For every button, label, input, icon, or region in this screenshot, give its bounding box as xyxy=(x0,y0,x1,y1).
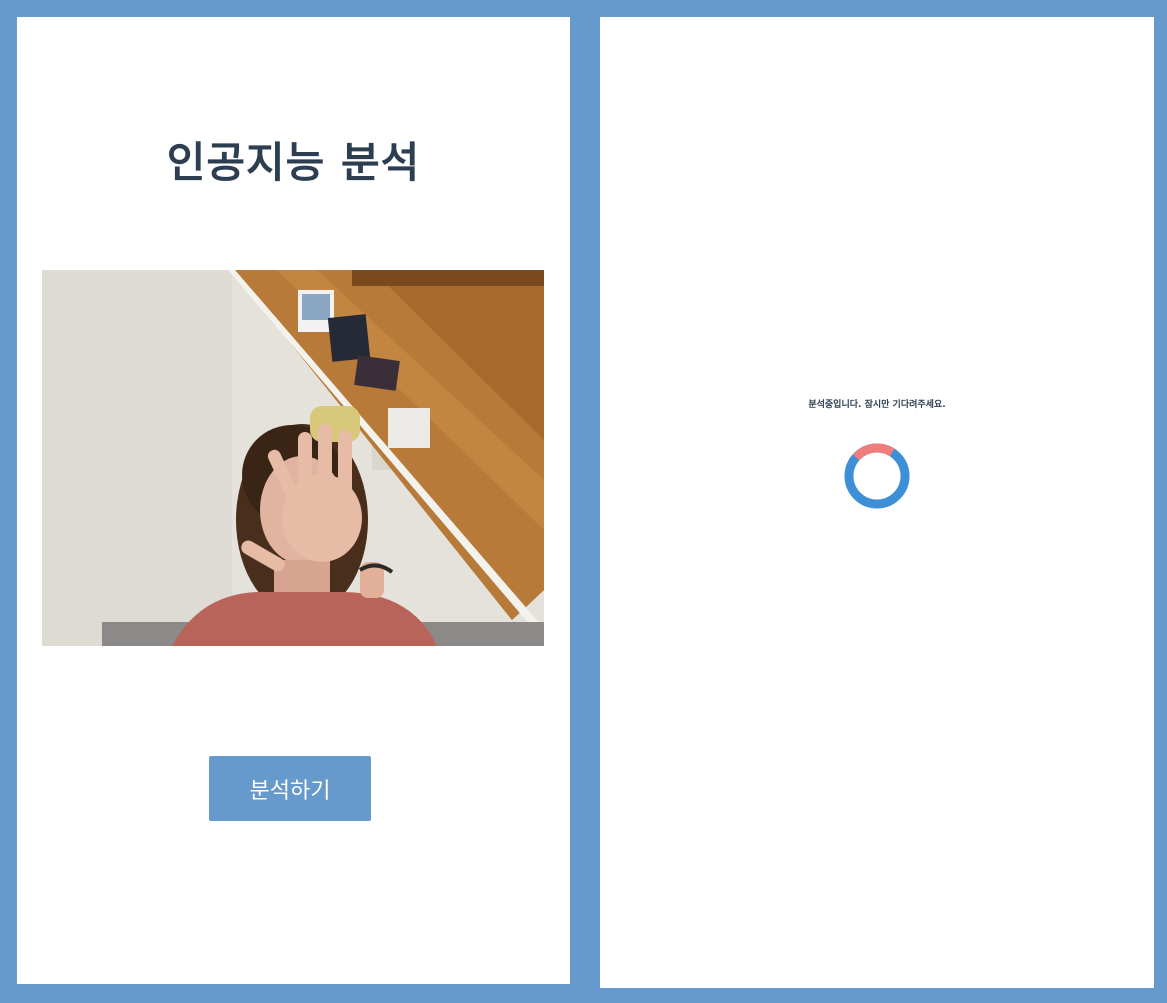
analysis-loading-screen: 분석중입니다. 잠시만 기다려주세요. xyxy=(600,17,1154,988)
analyze-button[interactable]: 분석하기 xyxy=(209,756,371,821)
loading-spinner-icon xyxy=(844,443,910,509)
camera-preview xyxy=(42,270,544,646)
loading-status-message: 분석중입니다. 잠시만 기다려주세요. xyxy=(808,400,946,410)
page-title: 인공지능 분석 xyxy=(166,138,421,187)
analysis-start-screen: 인공지능 분석 분석하기 xyxy=(17,17,570,984)
camera-preview-image xyxy=(42,270,544,646)
